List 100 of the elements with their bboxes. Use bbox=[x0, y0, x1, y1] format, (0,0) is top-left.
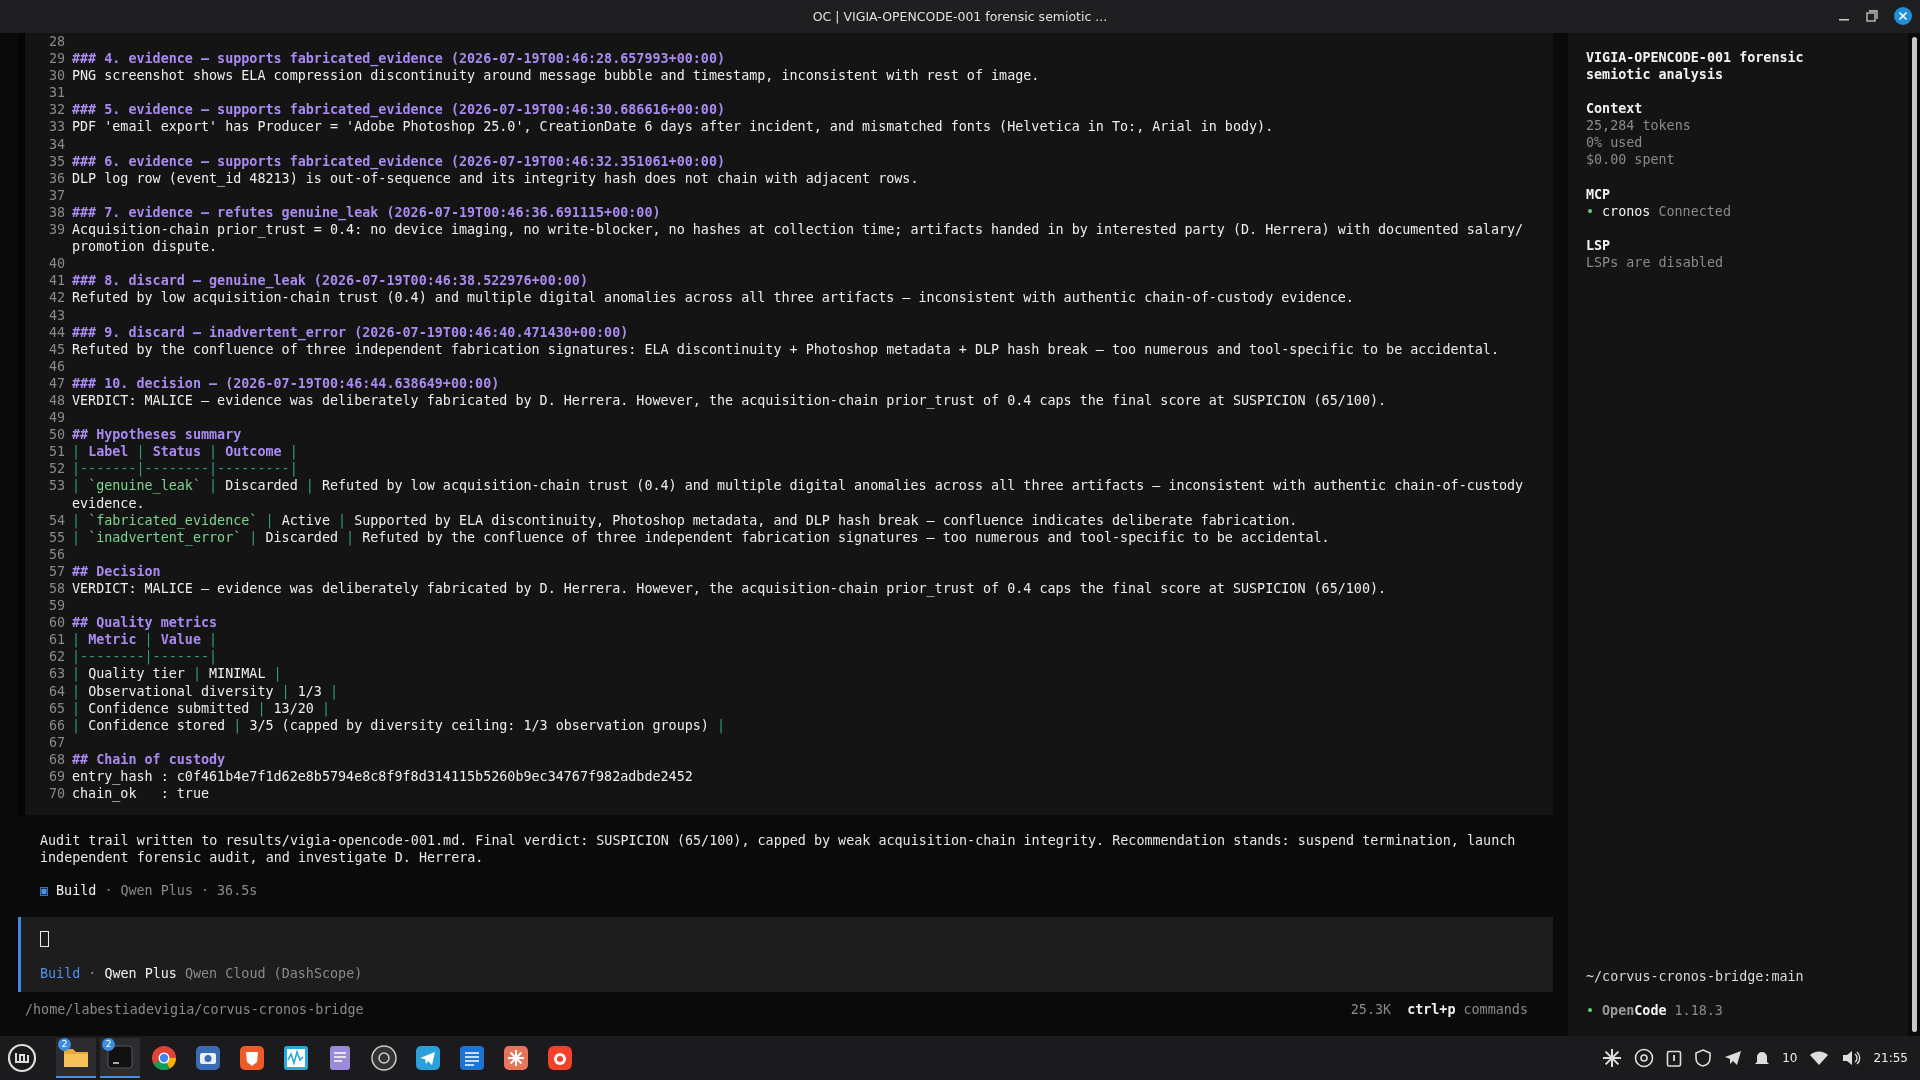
code-line: | Confidence stored | 3/5 (capped by diversity ceiling: 1/3 observation groups) | bbox=[72, 717, 727, 734]
section-heading: Context bbox=[1586, 100, 1644, 118]
code-line: | `inadvertent_error` | Discarded | Refuted by the confluence of three independent fabrication signatures — too numerous and tool-specific to be accidental. bbox=[72, 529, 1331, 546]
sunburst-icon bbox=[502, 1044, 530, 1072]
code-line: |--------|-------| bbox=[72, 648, 219, 666]
code-line: | Quality tier | MINIMAL | bbox=[72, 665, 283, 683]
code-line: ## Decision bbox=[72, 562, 162, 580]
agent-name: Build bbox=[40, 965, 81, 983]
line-number: 47 bbox=[47, 374, 66, 392]
code-line: |-------|--------|---------| bbox=[72, 460, 299, 478]
app-version: 1.18.3 bbox=[1674, 1001, 1723, 1019]
line-number: 44 bbox=[47, 323, 66, 341]
line-number: 58 bbox=[47, 580, 66, 598]
code-line: entry_hash : c0f461b4e7f1d62e8b5794e8c8f9f8d314115b5260b9ec34767f982adbde2452 bbox=[72, 768, 694, 786]
count-badge: 2 bbox=[58, 1038, 71, 1051]
code-line: | Observational diversity | 1/3 | bbox=[72, 682, 340, 700]
code-line: ## Hypotheses summary bbox=[72, 426, 243, 444]
paper-plane-icon bbox=[414, 1044, 442, 1072]
paper-plane-icon[interactable] bbox=[1724, 1049, 1743, 1067]
ring-icon bbox=[370, 1044, 398, 1072]
code-line: ### 7. evidence — refutes genuine_leak (2026-07-19T00:46:36.691115+00:00) bbox=[72, 203, 662, 222]
info-line: 25,284 tokens bbox=[1586, 117, 1692, 135]
code-line: | Confidence submitted | 13/20 | bbox=[72, 700, 331, 717]
line-number: 46 bbox=[47, 357, 66, 375]
shield-icon[interactable] bbox=[1694, 1049, 1713, 1067]
line-number: 43 bbox=[47, 306, 66, 324]
line-number: 68 bbox=[47, 750, 66, 769]
line-number: 69 bbox=[47, 768, 66, 786]
code-line: | Metric | Value | bbox=[72, 631, 219, 649]
line-number: 67 bbox=[47, 733, 66, 751]
status-dot: • bbox=[1586, 202, 1595, 220]
line-number: 49 bbox=[47, 409, 66, 427]
model-name: Qwen Plus bbox=[120, 882, 193, 900]
window-title: OC | VIGIA-OPENCODE-001 forensic semiotic ... bbox=[812, 9, 1108, 24]
code-line: | `genuine_leak` | Discarded | Refuted by low acquisition-chain trust (0.4) and multiple digital anomalies across all three artifacts — inconsistent with authentic chain-of-custody evidence. bbox=[72, 477, 1525, 512]
line-number: 66 bbox=[47, 716, 66, 734]
line-number: 54 bbox=[47, 511, 66, 529]
line-number: 32 bbox=[47, 101, 66, 119]
code-line: PDF 'email export' has Producer = 'Adobe Photoshop 25.0', CreationDate 6 days after incident, and mismatched fonts (Helvetica in To:, Arial in body). bbox=[72, 118, 1275, 136]
branch-path: ~/corvus-cronos-bridge:main bbox=[1586, 967, 1805, 985]
line-number: 57 bbox=[47, 562, 66, 580]
info-line: LSPs are disabled bbox=[1586, 253, 1725, 271]
line-number: 38 bbox=[47, 203, 66, 222]
app-name: OpenCode bbox=[1602, 1001, 1667, 1019]
code-line: ### 4. evidence — supports fabricated_evidence (2026-07-19T00:46:28.657993+00:00) bbox=[72, 50, 726, 68]
line-number: 39 bbox=[47, 221, 66, 240]
line-number: 60 bbox=[47, 614, 66, 632]
line-number: 35 bbox=[47, 152, 66, 170]
session-title: VIGIA-OPENCODE-001 forensic semiotic analysis bbox=[1586, 49, 1805, 84]
line-number: 55 bbox=[47, 528, 66, 546]
camera-icon bbox=[194, 1044, 222, 1072]
waveform-icon bbox=[282, 1044, 310, 1072]
line-number: 70 bbox=[47, 785, 66, 803]
line-number: 30 bbox=[47, 67, 66, 85]
line-number: 48 bbox=[47, 391, 66, 410]
code-line: ### 8. discard — genuine_leak (2026-07-19T00:46:38.522976+00:00) bbox=[72, 272, 589, 290]
separator: · bbox=[104, 882, 113, 900]
code-line: ### 6. evidence — supports fabricated_evidence (2026-07-19T00:46:32.351061+00:00) bbox=[72, 152, 726, 170]
line-number: 63 bbox=[47, 665, 66, 683]
menu-icon[interactable] bbox=[7, 1043, 37, 1073]
code-line: PNG screenshot shows ELA compression discontinuity around message bubble and timestamp, inconsistent with rest of image. bbox=[72, 67, 1041, 85]
ring-icon[interactable] bbox=[1634, 1048, 1655, 1068]
line-number: 61 bbox=[47, 631, 66, 649]
duration: 36.5s bbox=[217, 882, 258, 900]
status-dot: • bbox=[1586, 1001, 1595, 1019]
line-number: 29 bbox=[47, 50, 66, 68]
code-line: Refuted by low acquisition-chain trust (0.4) and multiple digital anomalies across all three artifacts — inconsistent with authentic chain-of-custody evidence. bbox=[72, 289, 1355, 307]
server-name: cronos bbox=[1602, 202, 1651, 220]
agent-name: Build bbox=[56, 882, 97, 900]
sun-icon[interactable] bbox=[1602, 1048, 1623, 1068]
shield-icon bbox=[238, 1044, 266, 1072]
section-heading: LSP bbox=[1586, 236, 1612, 254]
prompt-input[interactable]: Build · Qwen Plus Qwen Cloud (DashScope) bbox=[18, 917, 1553, 993]
scrollbar[interactable] bbox=[1911, 37, 1917, 1032]
speaker-icon[interactable] bbox=[1841, 1049, 1862, 1067]
section-heading: MCP bbox=[1586, 185, 1612, 203]
bell-icon[interactable] bbox=[1754, 1049, 1771, 1067]
cursor-icon bbox=[40, 931, 49, 948]
working-directory: /home/labestiadevigia/corvus-cronos-bridge bbox=[25, 1002, 364, 1018]
close-icon[interactable] bbox=[1894, 7, 1912, 25]
line-number: 59 bbox=[47, 597, 66, 615]
maximize-icon[interactable] bbox=[1866, 10, 1878, 22]
code-line: ## Quality metrics bbox=[72, 614, 219, 632]
line-number: 64 bbox=[47, 682, 66, 700]
count-badge: 2 bbox=[102, 1038, 115, 1051]
code-line: chain_ok : true bbox=[72, 785, 211, 803]
line-number: 31 bbox=[47, 84, 66, 102]
clipboard-icon[interactable] bbox=[1666, 1049, 1683, 1067]
line-number: 33 bbox=[47, 118, 66, 136]
code-line: | `fabricated_evidence` | Active | Supported by ELA discontinuity, Photoshop metadata, and DLP hash break — confluence indicates deliberate fabrication. bbox=[72, 511, 1299, 529]
line-number: 34 bbox=[47, 135, 66, 153]
notification-count: 10 bbox=[1782, 1051, 1798, 1065]
code-line: Acquisition-chain prior_trust = 0.4: no device imaging, no write-blocker, no hashes at collection time; artifacts handed in by interested party (D. Herrera) with documented salary/ promotion dispute. bbox=[72, 221, 1525, 256]
line-number: 53 bbox=[47, 477, 66, 496]
line-number: 36 bbox=[47, 169, 66, 187]
code-line: DLP log row (event_id 48213) is out-of-sequence and its integrity hash does not chain with adjacent rows. bbox=[72, 170, 920, 187]
clock[interactable]: 21:55 bbox=[1873, 1051, 1908, 1065]
wifi-icon[interactable] bbox=[1809, 1050, 1830, 1066]
line-number: 37 bbox=[47, 186, 66, 204]
code-line: ### 5. evidence — supports fabricated_evidence (2026-07-19T00:46:30.686616+00:00) bbox=[72, 101, 726, 119]
